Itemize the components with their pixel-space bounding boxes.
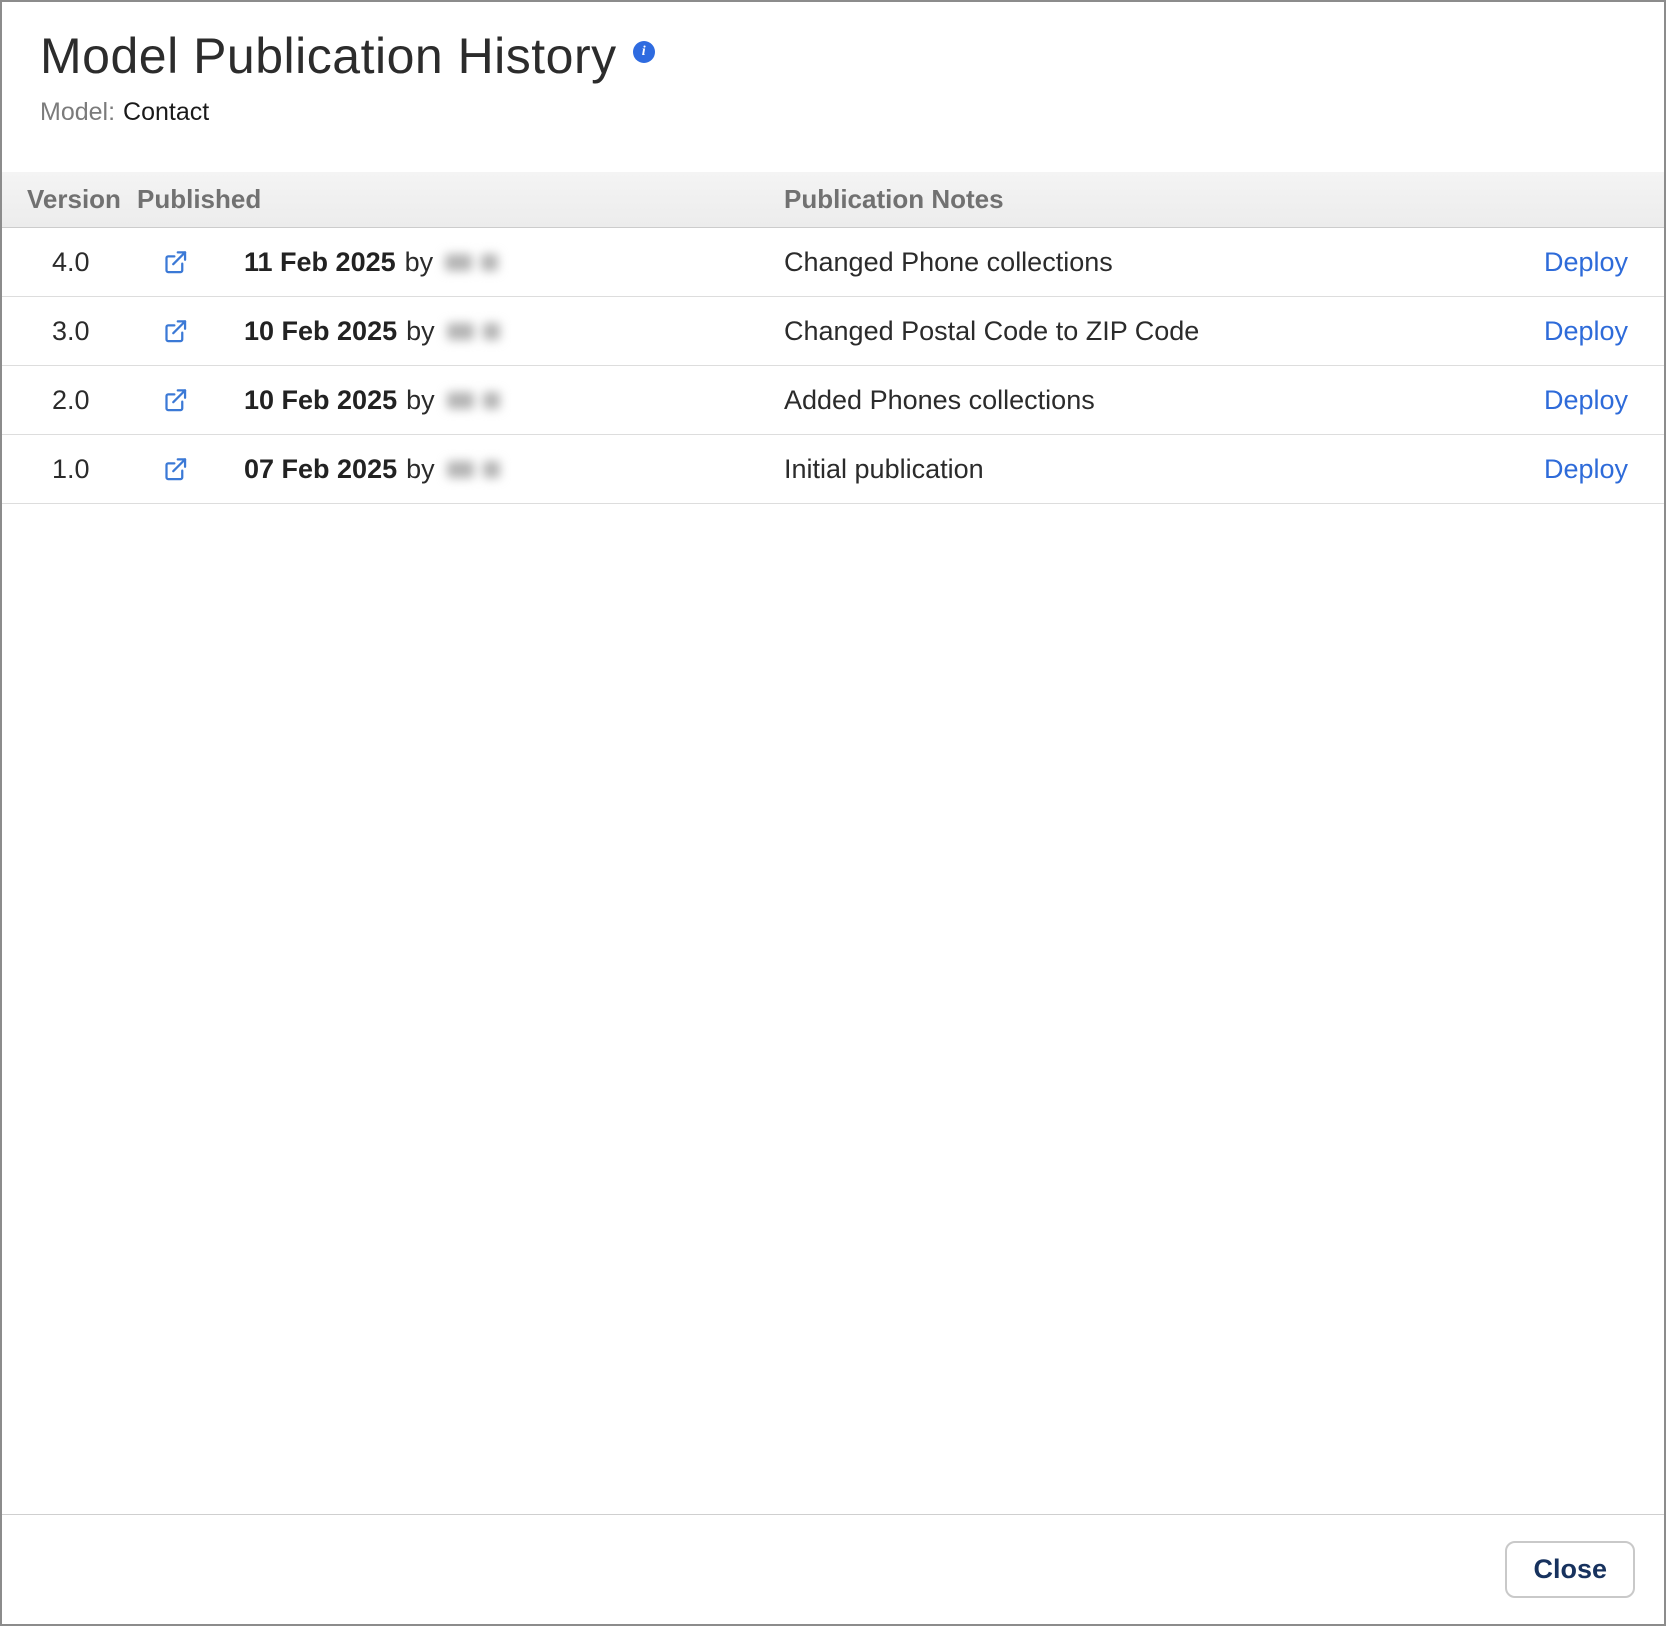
- dialog-footer: Close: [2, 1514, 1664, 1624]
- by-label: by: [405, 247, 434, 278]
- external-link-icon: [162, 456, 189, 483]
- column-header-version: Version: [2, 184, 137, 215]
- empty-table-area: [2, 504, 1664, 1514]
- by-label: by: [406, 454, 435, 485]
- external-link-icon: [162, 387, 189, 414]
- published-date: 07 Feb 2025: [244, 454, 397, 485]
- author-redacted: [447, 323, 500, 340]
- model-name: Contact: [123, 98, 209, 126]
- published-cell: 07 Feb 2025 by: [244, 454, 784, 485]
- publication-notes-cell: Changed Phone collections: [784, 247, 1505, 278]
- deploy-link[interactable]: Deploy: [1544, 316, 1628, 346]
- open-version-button[interactable]: [162, 387, 189, 414]
- publication-notes-cell: Added Phones collections: [784, 385, 1505, 416]
- model-label: Model:: [40, 98, 115, 126]
- close-button[interactable]: Close: [1505, 1541, 1635, 1598]
- deploy-link[interactable]: Deploy: [1544, 454, 1628, 484]
- author-redacted: [447, 392, 500, 409]
- published-date: 11 Feb 2025: [244, 247, 396, 278]
- table-row: 2.0 10 Feb 2025 by Added Phones collecti…: [2, 366, 1664, 435]
- version-cell: 4.0: [2, 247, 137, 278]
- external-link-icon: [162, 318, 189, 345]
- deploy-link[interactable]: Deploy: [1544, 247, 1628, 277]
- model-publication-history-dialog: Model Publication History i Model: Contac…: [0, 0, 1666, 1626]
- published-date: 10 Feb 2025: [244, 316, 397, 347]
- open-version-button[interactable]: [162, 249, 189, 276]
- author-redacted: [445, 254, 498, 271]
- publication-notes-cell: Changed Postal Code to ZIP Code: [784, 316, 1505, 347]
- table-row: 1.0 07 Feb 2025 by Initial publication D…: [2, 435, 1664, 504]
- published-cell: 10 Feb 2025 by: [244, 385, 784, 416]
- author-redacted: [447, 461, 500, 478]
- open-version-button[interactable]: [162, 318, 189, 345]
- by-label: by: [406, 316, 435, 347]
- info-icon[interactable]: i: [633, 41, 655, 63]
- version-cell: 1.0: [2, 454, 137, 485]
- published-cell: 11 Feb 2025 by: [244, 247, 784, 278]
- page-title: Model Publication History: [40, 28, 617, 86]
- by-label: by: [406, 385, 435, 416]
- published-date: 10 Feb 2025: [244, 385, 397, 416]
- column-header-publication-notes: Publication Notes: [784, 184, 1505, 215]
- dialog-header: Model Publication History i Model: Contac…: [2, 2, 1664, 172]
- table-header: Version Published Publication Notes: [2, 172, 1664, 228]
- version-cell: 3.0: [2, 316, 137, 347]
- column-header-published: Published: [137, 184, 784, 215]
- table-row: 3.0 10 Feb 2025 by Changed Postal Code t…: [2, 297, 1664, 366]
- publication-notes-cell: Initial publication: [784, 454, 1505, 485]
- open-version-button[interactable]: [162, 456, 189, 483]
- external-link-icon: [162, 249, 189, 276]
- table-row: 4.0 11 Feb 2025 by Changed Phone collect…: [2, 228, 1664, 297]
- version-cell: 2.0: [2, 385, 137, 416]
- model-subtitle: Model: Contact: [40, 98, 1626, 127]
- deploy-link[interactable]: Deploy: [1544, 385, 1628, 415]
- published-cell: 10 Feb 2025 by: [244, 316, 784, 347]
